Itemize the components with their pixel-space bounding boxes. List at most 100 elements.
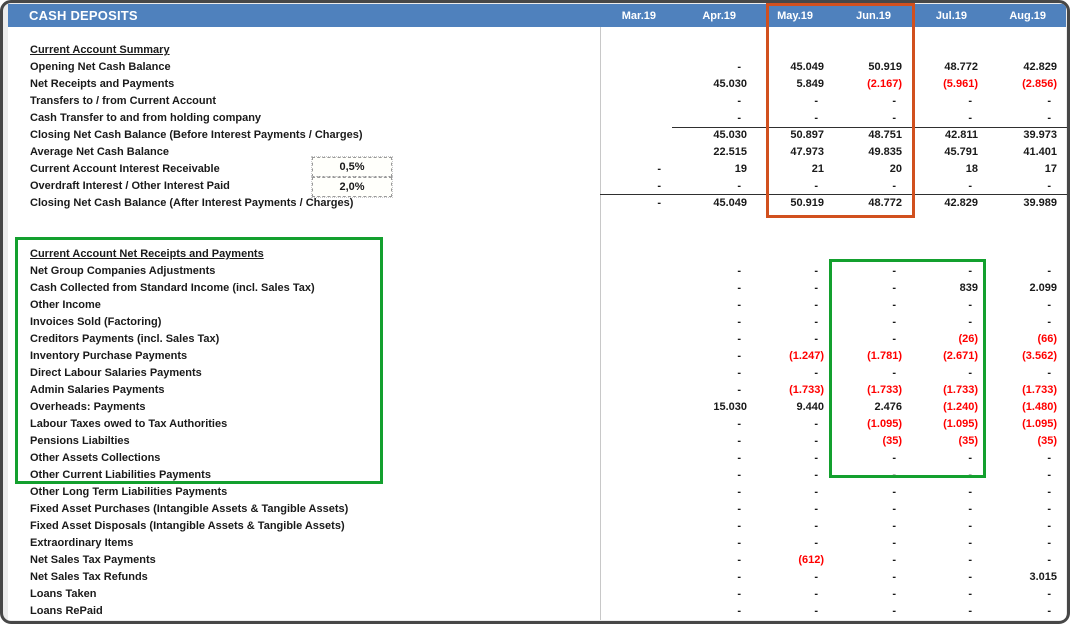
table-row: Labour Taxes owed to Tax Authorities--(1…: [8, 416, 1066, 433]
table-row: Cash Collected from Standard Income (inc…: [8, 280, 1066, 297]
value-cell: (5.961): [905, 76, 981, 93]
value-cell: [597, 314, 670, 331]
value-cell: (612): [750, 552, 827, 569]
value-cell: (1.095): [905, 416, 981, 433]
overdraft-interest-rate-input[interactable]: 2,0%: [312, 177, 392, 197]
value-cell: -: [670, 297, 750, 314]
value-cell: [597, 144, 670, 161]
value-cell: -: [670, 535, 750, 552]
row-label: Closing Net Cash Balance (After Interest…: [8, 195, 597, 212]
value-cell: 42.811: [905, 127, 981, 144]
value-cell: (1.480): [981, 399, 1060, 416]
value-cell: 15.030: [670, 399, 750, 416]
table-row: Other Current Liabilities Payments-----: [8, 467, 1066, 484]
value-cell: -: [981, 535, 1060, 552]
table-row: Closing Net Cash Balance (Before Interes…: [8, 127, 1066, 144]
value-cell: 839: [905, 280, 981, 297]
value-cell: (2.856): [981, 76, 1060, 93]
row-label: Direct Labour Salaries Payments: [8, 365, 597, 382]
value-cell: -: [981, 365, 1060, 382]
value-cell: [597, 365, 670, 382]
row-label: Admin Salaries Payments: [8, 382, 597, 399]
value-cell: -: [905, 535, 981, 552]
value-cell: [597, 110, 670, 127]
row-label: Net Group Companies Adjustments: [8, 263, 597, 280]
value-cell: -: [670, 178, 750, 195]
value-cell: -: [670, 59, 750, 76]
value-cell: -: [670, 501, 750, 518]
value-cell: (3.562): [981, 348, 1060, 365]
column-header-may-19: May.19: [750, 10, 827, 22]
value-cell: -: [981, 450, 1060, 467]
value-cell: 22.515: [670, 144, 750, 161]
value-cell: -: [981, 263, 1060, 280]
table-row: Overdraft Interest / Other Interest Paid…: [8, 178, 1066, 195]
column-header-mar-19: Mar.19: [597, 10, 670, 22]
value-cell: -: [827, 93, 905, 110]
value-cell: [597, 433, 670, 450]
value-cell: -: [905, 501, 981, 518]
column-header-aug-19: Aug.19: [981, 10, 1060, 22]
interest-receivable-rate-input[interactable]: 0,5%: [312, 157, 392, 177]
value-cell: -: [750, 314, 827, 331]
table-row: Other Income-----: [8, 297, 1066, 314]
value-cell: -: [750, 297, 827, 314]
value-cell: (1.733): [905, 382, 981, 399]
value-cell: -: [670, 416, 750, 433]
value-cell: [597, 535, 670, 552]
value-cell: 20: [827, 161, 905, 178]
table-row: Net Receipts and Payments45.0305.849(2.1…: [8, 76, 1066, 93]
value-cell: -: [750, 93, 827, 110]
value-cell: -: [981, 297, 1060, 314]
value-cell: 39.989: [981, 195, 1060, 212]
sheet-rows: Current Account SummaryOpening Net Cash …: [8, 42, 1066, 620]
row-label: Opening Net Cash Balance: [8, 59, 597, 76]
value-cell: 50.897: [750, 127, 827, 144]
value-cell: 3.015: [981, 569, 1060, 586]
table-row: Net Group Companies Adjustments-----: [8, 263, 1066, 280]
table-row: Creditors Payments (incl. Sales Tax)---(…: [8, 331, 1066, 348]
value-cell: -: [827, 603, 905, 620]
value-cell: 21: [750, 161, 827, 178]
value-cell: -: [827, 110, 905, 127]
value-cell: -: [827, 467, 905, 484]
value-cell: -: [905, 263, 981, 280]
value-cell: (1.781): [827, 348, 905, 365]
value-cell: (1.733): [827, 382, 905, 399]
row-label: Fixed Asset Disposals (Intangible Assets…: [8, 518, 597, 535]
value-cell: -: [597, 161, 670, 178]
value-cell: -: [905, 484, 981, 501]
section-heading: Current Account Summary: [8, 42, 597, 59]
value-cell: -: [750, 263, 827, 280]
value-cell: -: [750, 331, 827, 348]
table-row: Loans RePaid-----: [8, 603, 1066, 620]
value-cell: -: [981, 484, 1060, 501]
value-cell: -: [905, 93, 981, 110]
month-header-row: Mar.19Apr.19May.19Jun.19Jul.19Aug.19: [597, 4, 1060, 27]
value-cell: -: [670, 433, 750, 450]
table-row: Admin Salaries Payments-(1.733)(1.733)(1…: [8, 382, 1066, 399]
table-row: Opening Net Cash Balance-45.04950.91948.…: [8, 59, 1066, 76]
value-cell: -: [750, 433, 827, 450]
row-label: Other Long Term Liabilities Payments: [8, 484, 597, 501]
value-cell: -: [905, 450, 981, 467]
value-cell: 17: [981, 161, 1060, 178]
row-label: Other Assets Collections: [8, 450, 597, 467]
value-cell: (1.095): [827, 416, 905, 433]
value-cell: (1.095): [981, 416, 1060, 433]
value-cell: [597, 76, 670, 93]
value-cell: -: [905, 603, 981, 620]
value-cell: -: [670, 263, 750, 280]
value-cell: 2.476: [827, 399, 905, 416]
sheet-body: Current Account SummaryOpening Net Cash …: [8, 27, 1066, 620]
table-row: Overheads: Payments15.0309.4402.476(1.24…: [8, 399, 1066, 416]
value-cell: 45.791: [905, 144, 981, 161]
value-cell: -: [670, 93, 750, 110]
section-heading-row: Current Account Summary: [8, 42, 1066, 59]
report-frame: CASH DEPOSITS Mar.19Apr.19May.19Jun.19Ju…: [0, 0, 1070, 624]
value-cell: 41.401: [981, 144, 1060, 161]
value-cell: 45.030: [670, 127, 750, 144]
value-cell: -: [905, 314, 981, 331]
value-cell: -: [670, 280, 750, 297]
table-row: Other Long Term Liabilities Payments----…: [8, 484, 1066, 501]
